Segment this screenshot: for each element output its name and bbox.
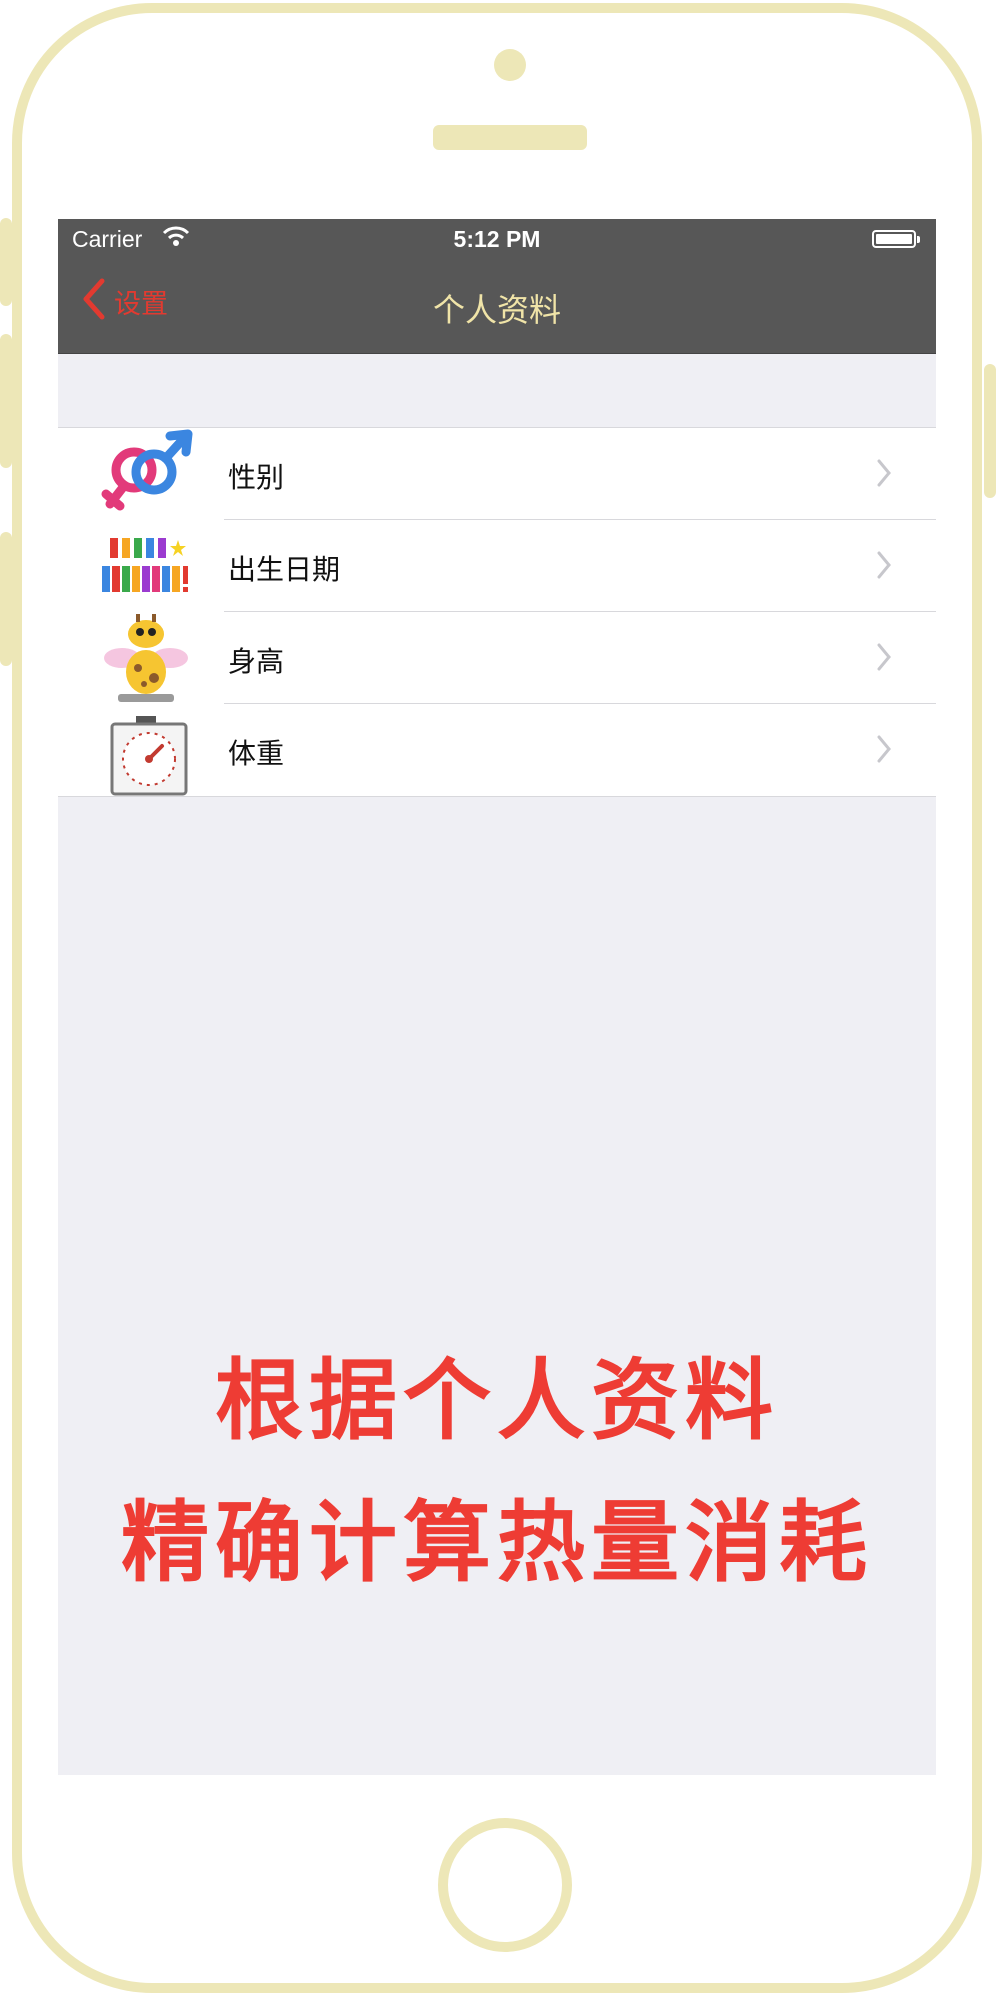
row-gender-label: 性别 xyxy=(228,461,285,494)
giraffe-height-icon xyxy=(98,612,194,704)
row-height[interactable]: 身高 xyxy=(58,612,936,704)
scale-weight-icon xyxy=(98,704,194,796)
navigation-bar: Carrier 5:12 PM 设置 个人资料 xyxy=(58,219,936,354)
status-time: 5:12 PM xyxy=(453,226,541,252)
row-weight[interactable]: 体重 xyxy=(58,704,936,796)
battery-icon xyxy=(872,230,920,248)
promo-line-2: 精确计算热量消耗 xyxy=(120,1491,873,1594)
profile-table: 性别 出生日期 身高 体重 xyxy=(58,427,936,797)
volume-up-button xyxy=(0,334,12,468)
row-gender[interactable]: 性别 xyxy=(58,428,936,520)
chevron-right-icon xyxy=(876,550,892,584)
volume-down-button xyxy=(0,532,12,666)
row-weight-label: 体重 xyxy=(228,737,285,770)
status-bar: Carrier 5:12 PM xyxy=(58,219,936,259)
row-birthday[interactable]: 出生日期 xyxy=(58,520,936,612)
page-title: 个人资料 xyxy=(432,291,561,329)
row-birthday-label: 出生日期 xyxy=(228,553,341,586)
earpiece-speaker xyxy=(433,125,587,150)
app-screen: Carrier 5:12 PM 设置 个人资料 性别 出生日期 身高 体重 根据… xyxy=(58,219,936,1775)
gender-icon xyxy=(98,428,194,520)
chevron-right-icon xyxy=(876,642,892,676)
promo-line-1: 根据个人资料 xyxy=(214,1349,779,1452)
birthday-icon xyxy=(98,520,194,612)
row-height-label: 身高 xyxy=(228,645,285,678)
chevron-right-icon xyxy=(876,458,892,492)
power-button xyxy=(984,364,996,498)
front-camera xyxy=(494,49,526,81)
chevron-right-icon xyxy=(876,734,892,768)
home-button[interactable] xyxy=(438,1818,572,1952)
mute-switch xyxy=(0,218,12,306)
